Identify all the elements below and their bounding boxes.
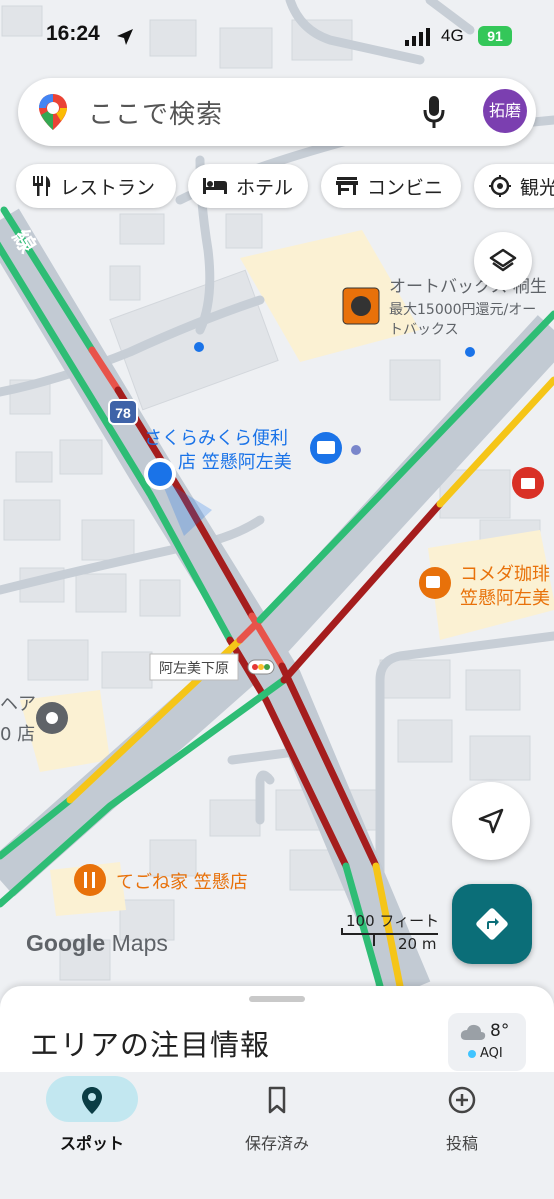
weather-temperature: 8° [490, 1021, 510, 1041]
tab-contribute[interactable]: 投稿 [370, 1072, 554, 1172]
scale-meters: 20 m [398, 935, 437, 953]
poi-hair-name[interactable]: ヘア [0, 694, 36, 715]
sheet-title: エリアの注目情報 [30, 1028, 271, 1062]
map-scale: 100 フィート 20 m [340, 910, 440, 954]
hotel-icon [203, 178, 227, 194]
status-time: 16:24 [46, 22, 100, 45]
sheet-handle[interactable] [249, 996, 305, 1002]
shopping-marker[interactable] [512, 467, 544, 499]
intersection-label: 阿左美下原 [159, 661, 229, 677]
cafe-marker[interactable] [419, 567, 451, 599]
location-pin-icon [82, 1087, 102, 1114]
chip-attraction-label: 観光 [520, 176, 554, 199]
chip-convenience-store-label: コンビニ [367, 176, 444, 199]
poi-komeda-name[interactable]: コメダ珈琲 [460, 564, 550, 585]
bookmark-icon [268, 1086, 286, 1114]
weather-widget[interactable]: 8° AQI [448, 1013, 526, 1071]
add-circle-icon [448, 1086, 476, 1114]
avatar[interactable]: 拓磨 [483, 89, 527, 133]
navigation-arrow-icon [478, 808, 504, 834]
tab-explore-label: スポット [59, 1134, 124, 1153]
search-input[interactable]: ここで検索 [88, 94, 223, 131]
restaurant-icon [33, 176, 51, 196]
poi-hair-line2: 0 店 [0, 724, 35, 745]
chip-hotel-label: ホテル [236, 176, 294, 199]
my-location-button[interactable] [452, 782, 530, 860]
salon-marker[interactable] [36, 702, 68, 734]
layers-button[interactable] [474, 232, 532, 290]
store-icon [336, 177, 358, 195]
cloud-icon [460, 1024, 486, 1040]
poi-autobacs-line2: 最大15000円還元/オー [389, 302, 536, 318]
restaurant-marker[interactable] [74, 864, 106, 896]
attribution-google: Google [26, 930, 106, 956]
tab-contribute-label: 投稿 [445, 1134, 478, 1153]
traffic-light-icon [247, 659, 275, 675]
chip-convenience-store[interactable]: コンビニ [321, 164, 461, 208]
route-shield-number: 78 [115, 405, 131, 421]
aqi-indicator [468, 1050, 476, 1058]
status-bar: 16:24 4G 91 [0, 0, 554, 70]
layers-icon [489, 248, 517, 272]
poi-sakura-line2: 店 笠懸阿左美 [178, 452, 292, 473]
signal-icon [405, 28, 430, 46]
category-chips: レストラン ホテル コンビニ 観光 [0, 164, 554, 210]
poi-autobacs-line3: トバックス [389, 322, 459, 338]
directions-icon [476, 908, 508, 940]
convenience-store-marker[interactable] [310, 432, 342, 464]
attraction-icon [489, 175, 511, 197]
tab-saved-label: 保存済み [244, 1134, 309, 1153]
google-maps-attribution: Google Maps [26, 930, 168, 957]
poi-komeda-line2: 笠懸阿左美 [460, 588, 550, 609]
google-maps-logo-icon [39, 94, 67, 130]
attribution-maps: Maps [111, 930, 168, 956]
chip-restaurant[interactable]: レストラン [16, 164, 176, 208]
chip-attraction[interactable]: 観光 [474, 164, 554, 208]
poi-sakura-name[interactable]: さくらみくら便利 [144, 428, 288, 449]
network-type: 4G [441, 26, 464, 45]
tab-saved[interactable]: 保存済み [185, 1072, 369, 1172]
location-arrow-icon [117, 29, 133, 45]
bottom-navigation: スポット 保存済み 投稿 [0, 1072, 554, 1199]
chip-hotel[interactable]: ホテル [188, 164, 308, 208]
search-bar[interactable]: ここで検索 拓磨 [18, 78, 536, 146]
chip-restaurant-label: レストラン [60, 176, 156, 199]
autobacs-marker[interactable] [342, 287, 380, 325]
tab-explore[interactable]: スポット [0, 1072, 184, 1172]
aqi-label: AQI [480, 1046, 503, 1061]
directions-button[interactable] [452, 884, 532, 964]
battery-indicator: 91 [478, 26, 512, 46]
microphone-icon[interactable] [421, 94, 447, 130]
poi-tegoneya-name[interactable]: てごね家 笠懸店 [116, 872, 248, 893]
current-location-dot [148, 462, 172, 486]
